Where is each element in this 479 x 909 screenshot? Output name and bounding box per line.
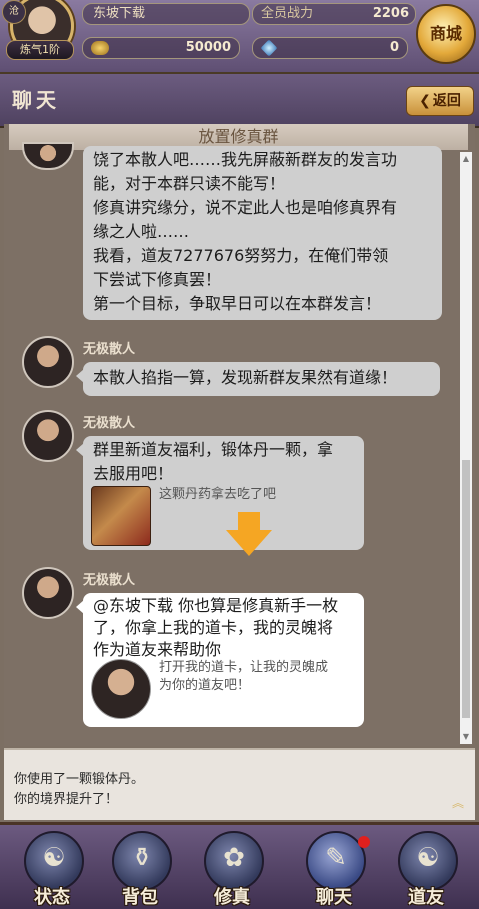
dao-card-line: 为你的道友吧！ (159, 678, 251, 693)
scroll-thumb[interactable] (462, 460, 470, 718)
nav-cultivate[interactable]: ✿ 修真 (196, 831, 268, 908)
player-name: 东坡下载 (82, 3, 250, 25)
nav-label: 道友 (408, 887, 444, 908)
pill-item-icon[interactable] (91, 486, 151, 546)
cultivate-glyph: ✿ (223, 843, 245, 873)
message-text: 了，你拿上我的道卡，我的灵魄将 (93, 618, 334, 637)
expand-log-icon[interactable]: ︽ (452, 794, 464, 811)
friends-yinyang-icon: ☯ (398, 831, 458, 891)
gold-coin-icon (91, 41, 109, 55)
sender-name: 无极散人 (83, 416, 136, 431)
message-bubble: 本散人掐指一算，发现新群友果然有道缘！ (83, 362, 440, 396)
gold-value: 50000 (185, 40, 231, 55)
chat-quill-icon: ✎ (306, 831, 366, 891)
message-text: 我看，道友7277676努努力，在俺们带领 (93, 246, 389, 265)
message-bubble: 饶了本散人吧……我先屏蔽新群友的发言功 能，对于本群只读不能写！ 修真讲究缘分，… (83, 146, 442, 320)
message-text: 群里新道友福利，锻体丹一颗，拿 (93, 440, 334, 459)
message-text: 能，对于本群只读不能写！ (93, 174, 286, 193)
message-text: 作为道友来帮助你 (93, 640, 222, 659)
gold-field: 50000 (82, 37, 240, 59)
status-glyph: ☯ (42, 843, 66, 873)
message-text: 缘之人啦…… (93, 222, 190, 241)
log-line: 你使用了一颗锻体丹。 (14, 772, 145, 787)
sender-avatar[interactable] (22, 410, 74, 462)
notification-dot (358, 836, 370, 848)
nav-label: 状态 (34, 887, 70, 908)
sender-avatar[interactable] (22, 567, 74, 619)
sender-name: 无极散人 (83, 342, 136, 357)
message-bubble: 群里新道友福利，锻体丹一颗，拿 去服用吧！ 这颗丹药拿去吃了吧 (83, 436, 364, 550)
gem-value: 0 (389, 40, 399, 55)
cultivate-icon: ✿ (204, 831, 264, 891)
gem-icon (260, 39, 278, 57)
message-text: 第一个目标，争取早日可以在本群发言！ (93, 294, 382, 313)
down-arrow-hint-icon (226, 512, 272, 556)
system-log: 你使用了一颗锻体丹。 你的境界提升了！ ︽ (4, 748, 475, 820)
message-text: 修真讲究缘分，说不定此人也是咱修真界有 (93, 198, 398, 217)
power-value: 2206 (372, 6, 409, 21)
page-title: 聊天 (12, 88, 60, 112)
message-bubble: @东坡下载 你也算是修真新手一枚 了，你拿上我的道卡，我的灵魄将 作为道友来帮助… (83, 593, 364, 727)
message-text: 去服用吧！ (93, 464, 174, 483)
message-text: 饶了本散人吧……我先屏蔽新群友的发言功 (93, 150, 398, 169)
power-field: 全员战力 2206 (252, 3, 416, 25)
message-text: @东坡下载 你也算是修真新手一枚 (93, 596, 339, 615)
friends-glyph: ☯ (416, 843, 440, 873)
shop-button[interactable]: 商城 (416, 4, 476, 64)
power-label: 全员战力 (261, 6, 314, 21)
scroll-down-icon[interactable]: ▼ (460, 732, 472, 742)
sender-name: 无极散人 (83, 573, 136, 588)
back-button[interactable]: ❮ 返回 (406, 86, 474, 116)
gem-field: 0 (252, 37, 408, 59)
dao-card-line: 打开我的道卡，让我的灵魄成 (159, 660, 329, 675)
back-label: 返回 (432, 93, 461, 109)
message-text: 本散人掐指一算，发现新群友果然有道缘！ (93, 368, 398, 387)
chat-glyph: ✎ (325, 843, 347, 873)
player-avatar-area[interactable]: 沧 炼气1阶 (2, 0, 74, 62)
sender-avatar[interactable] (22, 142, 74, 170)
chat-panel: 放置修真群 饶了本散人吧……我先屏蔽新群友的发言功 能，对于本群只读不能写！ 修… (4, 124, 475, 746)
sender-avatar[interactable] (22, 336, 74, 388)
nav-status[interactable]: ☯ 状态 (16, 831, 88, 908)
dao-card-avatar[interactable] (91, 659, 151, 719)
dao-card-text: 打开我的道卡，让我的灵魄成 为你的道友吧！ (159, 659, 328, 695)
log-line: 你的境界提升了！ (14, 792, 119, 807)
nav-label: 聊天 (316, 887, 352, 908)
item-card-text: 这颗丹药拿去吃了吧 (159, 487, 277, 502)
top-header: 沧 炼气1阶 东坡下载 全员战力 2206 50000 0 商城 (0, 0, 479, 72)
vip-badge: 沧 (2, 0, 26, 24)
status-icon: ☯ (24, 831, 84, 891)
bag-icon: ⚱ (112, 831, 172, 891)
title-bar: 聊天 ❮ 返回 (0, 72, 479, 128)
level-tag: 炼气1阶 (6, 40, 74, 60)
scroll-up-icon[interactable]: ▲ (460, 154, 472, 164)
nav-label: 背包 (122, 887, 158, 908)
chat-scrollbar[interactable]: ▲ ▼ (460, 152, 472, 744)
nav-bag[interactable]: ⚱ 背包 (104, 831, 176, 908)
back-arrow-icon: ❮ (419, 93, 431, 109)
nav-label: 修真 (214, 887, 250, 908)
bag-glyph: ⚱ (131, 843, 153, 873)
bottom-nav: ☯ 状态 ⚱ 背包 ✿ 修真 ✎ 聊天 ☯ 道友 (0, 822, 479, 909)
nav-friends[interactable]: ☯ 道友 (390, 831, 462, 908)
message-text: 下尝试下修真罢！ (93, 270, 222, 289)
